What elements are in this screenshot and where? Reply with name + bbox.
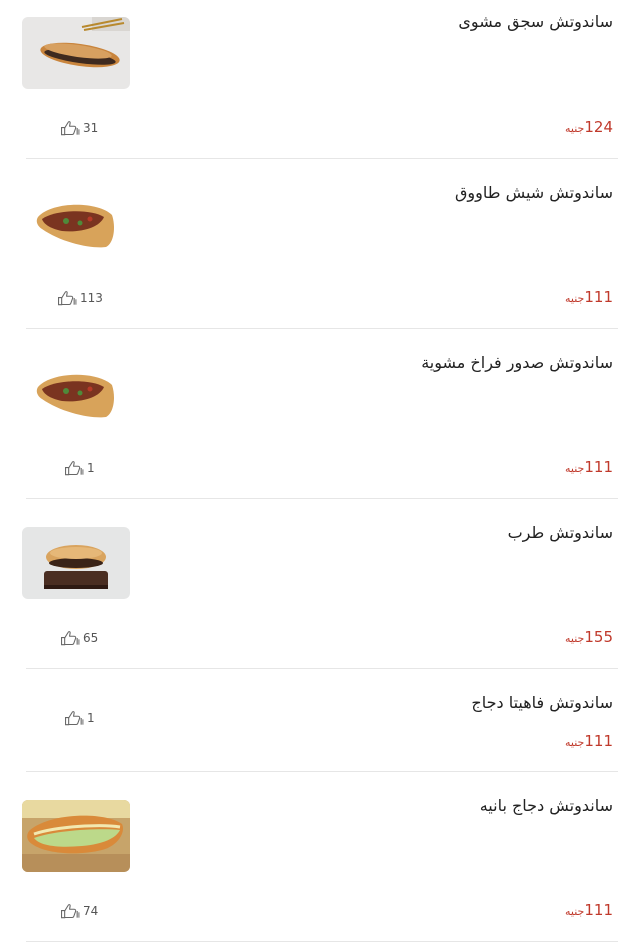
item-price: 111جنيه <box>565 731 613 750</box>
item-price: 111جنيه <box>565 287 613 306</box>
item-price: 124جنيه <box>565 117 613 136</box>
list-item[interactable]: ساندوتش دجاج بانيه 74 111جنيه <box>0 772 625 942</box>
item-title: ساندوتش سجق مشوى <box>458 12 613 31</box>
thumbs-up-icon <box>60 120 80 136</box>
pita-sandwich-photo[interactable] <box>22 357 130 429</box>
price-currency: جنيه <box>565 632 585 645</box>
price-value: 111 <box>584 458 613 476</box>
thumbs-up-icon <box>60 903 80 919</box>
menu-items-list: ساندوتش سجق مشوى 31 124جنيه ساندوتش شيش … <box>0 0 625 944</box>
thumbs-up-icon <box>57 290 77 306</box>
list-item[interactable]: ساندوتش صدور فراخ مشوية 1 111جنيه <box>0 329 625 499</box>
price-value: 124 <box>584 118 613 136</box>
price-value: 111 <box>584 901 613 919</box>
likes-count: 65 <box>83 631 99 645</box>
thumbs-up-icon <box>60 630 80 646</box>
list-item[interactable]: ساندوتش شيش طاووق 113 111جنيه <box>0 159 625 329</box>
likes-counter[interactable]: 65 <box>60 630 98 646</box>
item-price: 111جنيه <box>565 900 613 919</box>
item-price: 111جنيه <box>565 457 613 476</box>
price-currency: جنيه <box>565 905 585 918</box>
item-title: ساندوتش طرب <box>507 523 613 542</box>
price-value: 111 <box>584 732 613 750</box>
likes-counter[interactable]: 74 <box>60 903 98 919</box>
likes-count: 1 <box>87 711 95 725</box>
price-value: 111 <box>584 288 613 306</box>
item-price: 155جنيه <box>565 627 613 646</box>
item-title: ساندوتش دجاج بانيه <box>479 796 613 815</box>
item-title: ساندوتش صدور فراخ مشوية <box>421 353 613 372</box>
item-title: ساندوتش شيش طاووق <box>455 183 613 202</box>
list-item[interactable]: ساندوتش سجق مشوى 31 124جنيه <box>0 0 625 159</box>
pita-sandwich-photo[interactable] <box>22 187 130 259</box>
thumbs-up-icon <box>64 460 84 476</box>
likes-counter[interactable]: 31 <box>60 120 98 136</box>
likes-counter[interactable]: 113 <box>57 290 103 306</box>
sandwich-on-board-photo[interactable] <box>22 527 130 599</box>
price-currency: جنيه <box>565 736 585 749</box>
divider <box>26 941 618 942</box>
sausage-sandwich-photo[interactable] <box>22 17 130 89</box>
likes-count: 74 <box>83 904 99 918</box>
panne-sandwich-photo[interactable] <box>22 800 130 872</box>
likes-count: 1 <box>87 461 95 475</box>
price-currency: جنيه <box>565 292 585 305</box>
price-value: 155 <box>584 628 613 646</box>
likes-count: 31 <box>83 121 99 135</box>
likes-counter[interactable]: 1 <box>64 710 95 726</box>
price-currency: جنيه <box>565 122 585 135</box>
likes-count: 113 <box>80 291 103 305</box>
thumbs-up-icon <box>64 710 84 726</box>
item-title: ساندوتش فاهيتا دجاج <box>471 693 613 712</box>
list-item[interactable]: ساندوتش فاهيتا دجاج 1 111جنيه <box>0 669 625 772</box>
list-item[interactable]: ساندوتش طرب 65 155جنيه <box>0 499 625 669</box>
price-currency: جنيه <box>565 462 585 475</box>
likes-counter[interactable]: 1 <box>64 460 95 476</box>
